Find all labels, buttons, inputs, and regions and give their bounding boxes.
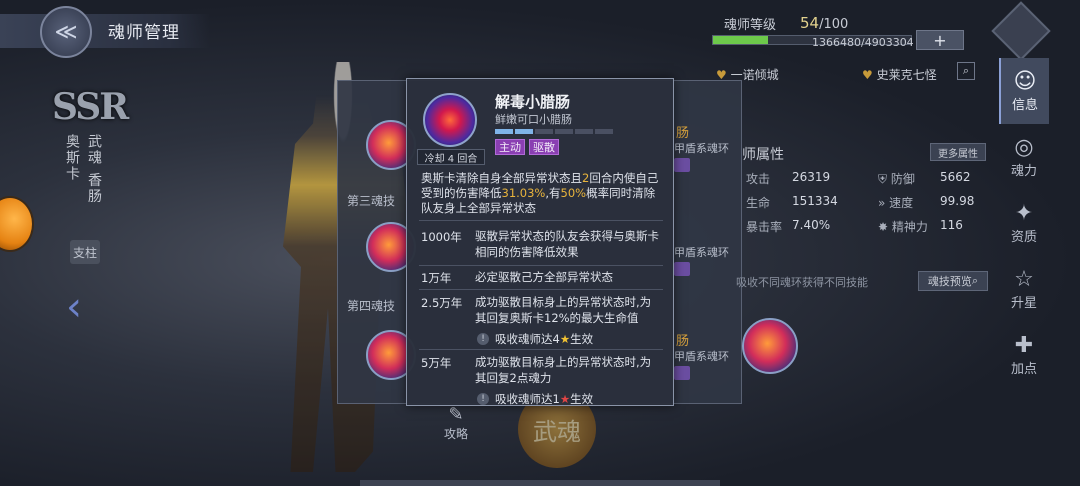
upgrade-text: 必定驱散己方全部异常状态 <box>475 270 613 284</box>
exclamation-icon: ! <box>477 393 489 405</box>
level-segment <box>595 129 613 134</box>
nav-tab-star-up[interactable]: ☆ 升星 <box>999 256 1049 322</box>
upgrade-year: 5万年 <box>421 356 452 370</box>
stat-value: 7.40% <box>792 218 831 232</box>
search-icon[interactable]: ⌕ <box>957 62 975 80</box>
right-nav: ☺ 信息 ◎ 魂力 ✦ 资质 ☆ 升星 ✚ 加点 <box>999 58 1049 388</box>
hero-spirit: 武魂 香肠 <box>86 134 102 205</box>
star-icon: ☆ <box>1014 266 1034 292</box>
back-button[interactable]: ≪ <box>40 6 92 58</box>
page-title: 魂师管理 <box>108 23 180 43</box>
hero-name: 奥斯卡 <box>64 134 80 182</box>
level-segment <box>495 129 513 134</box>
upgrade-condition: ! 吸收魂师达4★生效 <box>477 331 593 347</box>
ring-preview-icon[interactable] <box>742 318 798 374</box>
stat-value: 116 <box>940 218 963 232</box>
level-up-button[interactable]: + <box>916 30 964 50</box>
book-icon: ✎ <box>448 404 464 425</box>
skill-name: 解毒小腊肠 <box>495 93 571 111</box>
search-icon: ⌕ <box>971 274 979 287</box>
role-tag: 支柱 <box>70 240 100 264</box>
level-value: 54/100 <box>800 14 849 32</box>
skill-name-partial: 肠 <box>676 126 690 141</box>
spirit-icon: ✸ <box>878 220 889 234</box>
stat-label: 生命 <box>746 196 771 210</box>
red-star-icon: ★ <box>559 392 571 406</box>
divider <box>419 289 663 290</box>
upgrade-year: 2.5万年 <box>421 296 463 310</box>
upgrade-text: 成功驱散目标身上的异常状态时,为其回复2点魂力 <box>475 355 652 385</box>
sausage-skill-icon <box>423 93 477 147</box>
skill-preview-button[interactable]: 魂技预览 ⌕ <box>918 271 988 291</box>
skill-tag: 驱散 <box>529 139 559 155</box>
exclamation-icon: ! <box>477 333 489 345</box>
plus-icon: ✚ <box>1014 332 1034 358</box>
upgrade-text: 成功驱散目标身上的异常状态时,为其回复奥斯卡12%的最大生命值 <box>475 295 652 325</box>
stat-label: ✸ 精神力 <box>878 220 928 234</box>
faction-guild[interactable]: ♥ 一诺倾城 <box>716 66 779 83</box>
soul-power-icon: ◎ <box>1014 134 1034 160</box>
skill-tag: 主动 <box>495 139 525 155</box>
upgrade-year: 1万年 <box>421 271 452 285</box>
skill-tooltip: 冷却 4 回合 解毒小腊肠 鲜嫩可口小腊肠 主动 驱散 奥斯卡清除自身全部异常状… <box>406 78 674 406</box>
divider <box>419 265 663 266</box>
level-segment <box>555 129 573 134</box>
ring-tag <box>674 262 690 276</box>
stat-value: 26319 <box>792 170 831 184</box>
divider <box>419 220 663 221</box>
aptitude-icon: ✦ <box>1014 200 1034 226</box>
level-label: 魂师等级 <box>724 18 777 33</box>
stat-label: 暴击率 <box>746 220 783 234</box>
nav-tab-aptitude[interactable]: ✦ 资质 <box>999 190 1049 256</box>
nav-tab-add-points[interactable]: ✚ 加点 <box>999 322 1049 388</box>
skill-description: 奥斯卡清除自身全部异常状态且2回合内使自己受到的伤害降低31.03%,有50%概… <box>421 171 659 215</box>
ring-type-label: 甲盾系魂环 <box>674 246 729 259</box>
skill-level-segments <box>495 129 613 134</box>
skill-preview-hint: 吸收不同魂环获得不同技能 <box>736 276 868 289</box>
faction-team[interactable]: ♥ 史莱克七怪 <box>862 66 937 83</box>
level-segment <box>575 129 593 134</box>
stat-value: 5662 <box>940 170 971 184</box>
ring-tag <box>674 366 690 380</box>
stat-label: » 速度 <box>878 196 914 210</box>
upgrade-condition: ! 吸收魂师达1★生效 <box>477 391 593 406</box>
gold-star-icon: ★ <box>559 332 571 346</box>
stat-value: 99.98 <box>940 194 975 208</box>
stat-label: ⛨ 防御 <box>878 172 915 186</box>
divider <box>419 349 663 350</box>
skill-slot-label: 第三魂技 <box>347 194 396 208</box>
level-segment <box>535 129 553 134</box>
stats-title-partial: 师属性 <box>742 147 784 163</box>
shield-icon: ⛨ <box>878 172 888 186</box>
back-arrow-icon: ≪ <box>54 19 78 45</box>
bottom-scroll-bar[interactable] <box>360 480 720 486</box>
rarity-badge: SSR <box>52 86 129 128</box>
skill-tags: 主动 驱散 <box>495 139 559 155</box>
skill-slot-label: 第四魂技 <box>347 299 396 313</box>
ring-type-label: 甲盾系魂环 <box>674 350 729 363</box>
stat-value: 151334 <box>792 194 838 208</box>
stat-label: 攻击 <box>746 172 771 186</box>
cooldown-badge: 冷却 4 回合 <box>417 149 485 165</box>
prev-hero-arrow-icon[interactable]: ‹ <box>66 284 82 330</box>
ring-tag <box>674 158 690 172</box>
skill-subtitle: 鲜嫩可口小腊肠 <box>495 113 572 126</box>
strategy-button[interactable]: ✎ 攻略 <box>444 404 468 442</box>
level-segment <box>515 129 533 134</box>
ring-type-label: 甲盾系魂环 <box>674 142 729 155</box>
upgrade-text: 驱散异常状态的队友会获得与奥斯卡相同的伤害降低效果 <box>475 229 659 259</box>
upgrade-year: 1000年 <box>421 230 462 244</box>
nav-tab-soul-power[interactable]: ◎ 魂力 <box>999 124 1049 190</box>
nav-tab-info[interactable]: ☺ 信息 <box>999 58 1049 124</box>
xp-text: 1366480/4903304 <box>812 36 914 49</box>
skill-name-partial: 肠 <box>676 334 690 349</box>
info-icon: ☺ <box>1013 68 1037 94</box>
xp-bar-fill <box>713 36 769 44</box>
speed-icon: » <box>878 196 886 210</box>
more-stats-button[interactable]: 更多属性 <box>930 143 986 161</box>
